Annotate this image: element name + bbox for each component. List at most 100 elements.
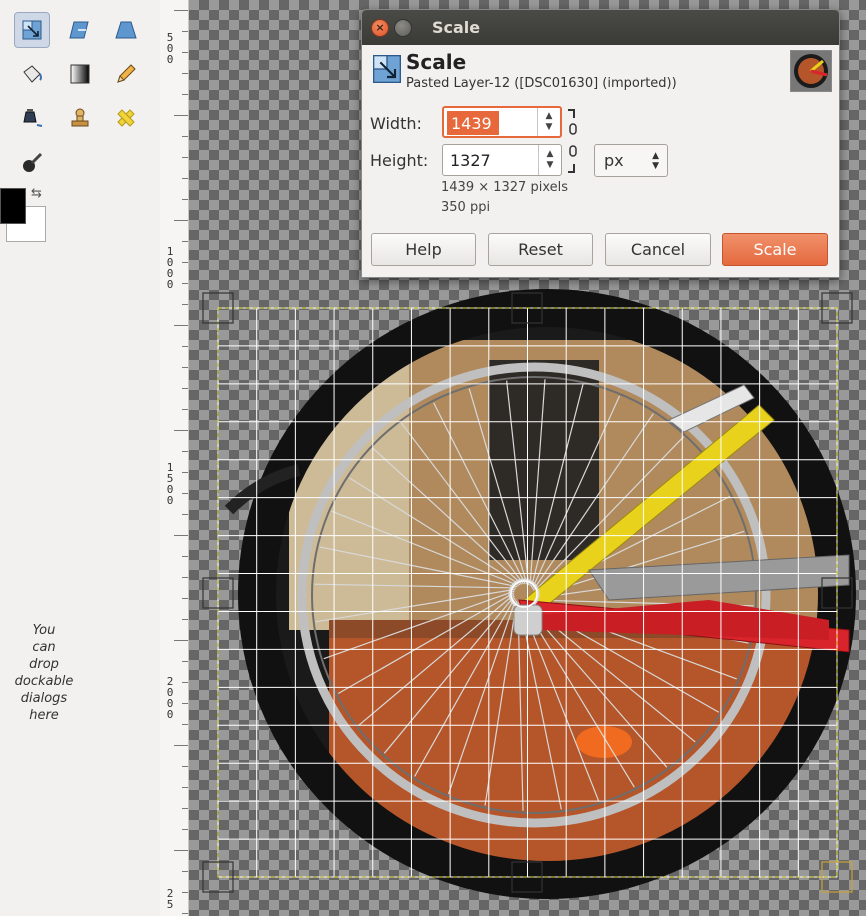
- width-spinbutton[interactable]: ▲▼: [442, 106, 562, 138]
- ruler-tick: [182, 136, 188, 137]
- pencil-tool-button[interactable]: [108, 56, 144, 92]
- width-label: Width:: [370, 114, 422, 133]
- ruler-tick: [182, 178, 188, 179]
- blend-tool-button[interactable]: [62, 56, 98, 92]
- ruler-tick: [174, 640, 188, 641]
- ruler-tick: [174, 115, 188, 116]
- cancel-button[interactable]: Cancel: [605, 233, 711, 266]
- unit-combo[interactable]: px ▲ ▼: [594, 144, 668, 177]
- ruler-tick: [182, 766, 188, 767]
- ruler-tick: [182, 808, 188, 809]
- center-handle[interactable]: [510, 580, 538, 608]
- ruler-tick: [182, 661, 188, 662]
- clone-tool-button[interactable]: [62, 100, 98, 136]
- dock-hint-line: drop: [29, 657, 59, 672]
- minimize-button[interactable]: [394, 19, 412, 37]
- ruler-tick: [182, 241, 188, 242]
- ruler-tick: [182, 724, 188, 725]
- height-label: Height:: [370, 151, 429, 170]
- ruler-tick: [182, 157, 188, 158]
- ink-tool-button[interactable]: [14, 100, 50, 136]
- bucket-fill-tool-button[interactable]: [14, 56, 50, 92]
- ruler-label-2500: 25: [166, 887, 174, 911]
- dock-hint-line: can: [32, 640, 56, 655]
- layer-name: Pasted Layer-12 ([DSC01630] (imported)): [406, 76, 677, 91]
- ruler-tick: [182, 682, 188, 683]
- ruler-tick: [182, 493, 188, 494]
- ruler-tick: [182, 388, 188, 389]
- ruler-tick: [182, 31, 188, 32]
- ruler-label-1000: 1000: [166, 245, 174, 291]
- scale-icon: [373, 54, 401, 83]
- ruler-tick: [182, 703, 188, 704]
- ruler-tick: [182, 199, 188, 200]
- bucket-fill-tool-icon: [23, 65, 42, 83]
- ruler-tick: [182, 913, 188, 914]
- ruler-tick: [182, 262, 188, 263]
- scale-tool-button[interactable]: [14, 12, 50, 48]
- chevron-down-icon: ▼: [545, 122, 553, 132]
- ruler-tick: [182, 346, 188, 347]
- close-button[interactable]: ×: [371, 19, 389, 37]
- dock-hint-line: You: [32, 623, 56, 638]
- chevron-down-icon: ▼: [546, 160, 554, 170]
- pencil-tool-icon: [117, 64, 136, 83]
- ruler-tick: [182, 787, 188, 788]
- heal-tool-button[interactable]: [108, 100, 144, 136]
- smudge-tool-icon: [23, 152, 43, 172]
- ruler-tick: [182, 577, 188, 578]
- reset-button[interactable]: Reset: [488, 233, 593, 266]
- ruler-tick: [182, 451, 188, 452]
- foreground-color-swatch[interactable]: [0, 188, 26, 224]
- ruler-tick: [182, 409, 188, 410]
- heal-tool-icon: [117, 109, 135, 127]
- ruler-tick: [174, 325, 188, 326]
- ruler-label-2000: 2000: [166, 675, 174, 721]
- height-input[interactable]: [446, 148, 542, 172]
- scale-dialog: × Scale Scale Pasted Layer-12 ([DSC01630…: [361, 9, 840, 278]
- ink-tool-icon: [23, 109, 43, 127]
- shear-tool-button[interactable]: [62, 12, 98, 48]
- dock-hint-line: here: [29, 708, 59, 723]
- perspective-tool-button[interactable]: [108, 12, 144, 48]
- ruler-tick: [174, 850, 188, 851]
- blend-tool-icon: [70, 64, 90, 84]
- chain-link-button[interactable]: [566, 108, 580, 174]
- ruler-tick: [182, 94, 188, 95]
- combo-arrows-icon: ▲ ▼: [652, 151, 659, 171]
- perspective-tool-icon: [115, 21, 137, 39]
- close-icon: ×: [375, 21, 385, 34]
- ruler-tick: [182, 73, 188, 74]
- ruler-tick: [182, 304, 188, 305]
- ruler-tick: [174, 535, 188, 536]
- layer-preview-thumbnail: [790, 50, 832, 92]
- help-button[interactable]: Help: [371, 233, 476, 266]
- unit-value: px: [604, 151, 624, 170]
- clone-tool-icon: [71, 108, 89, 127]
- resolution-info: 350 ppi: [441, 200, 491, 215]
- dock-hint-line: dockable: [14, 674, 74, 689]
- ruler-tick: [174, 10, 188, 11]
- smudge-tool-button[interactable]: [14, 144, 50, 180]
- vertical-ruler[interactable]: 500 1000 1500 2000 25: [160, 0, 189, 916]
- dialog-titlebar[interactable]: × Scale: [362, 10, 839, 45]
- window-title: Scale: [432, 18, 481, 37]
- scale-button[interactable]: Scale: [722, 233, 828, 266]
- ruler-tick: [182, 892, 188, 893]
- dock-hint-line: dialogs: [20, 691, 68, 706]
- shear-tool-icon: [69, 21, 89, 39]
- ruler-tick: [182, 829, 188, 830]
- height-spinbutton[interactable]: ▲▼: [442, 144, 562, 176]
- toolbox-panel: ⇆ You can drop dockable dialogs here: [0, 0, 161, 916]
- width-spin-arrows[interactable]: ▲ ▼: [537, 108, 560, 136]
- ruler-tick: [182, 367, 188, 368]
- height-spin-arrows[interactable]: ▲ ▼: [538, 145, 561, 175]
- dialog-heading: Scale: [406, 50, 467, 74]
- ruler-tick: [182, 871, 188, 872]
- ruler-label-1500: 1500: [166, 461, 174, 507]
- ruler-tick: [182, 598, 188, 599]
- width-input[interactable]: [447, 111, 499, 135]
- ruler-tick: [174, 220, 188, 221]
- swap-colors-icon[interactable]: ⇆: [31, 186, 42, 201]
- ruler-tick: [182, 52, 188, 53]
